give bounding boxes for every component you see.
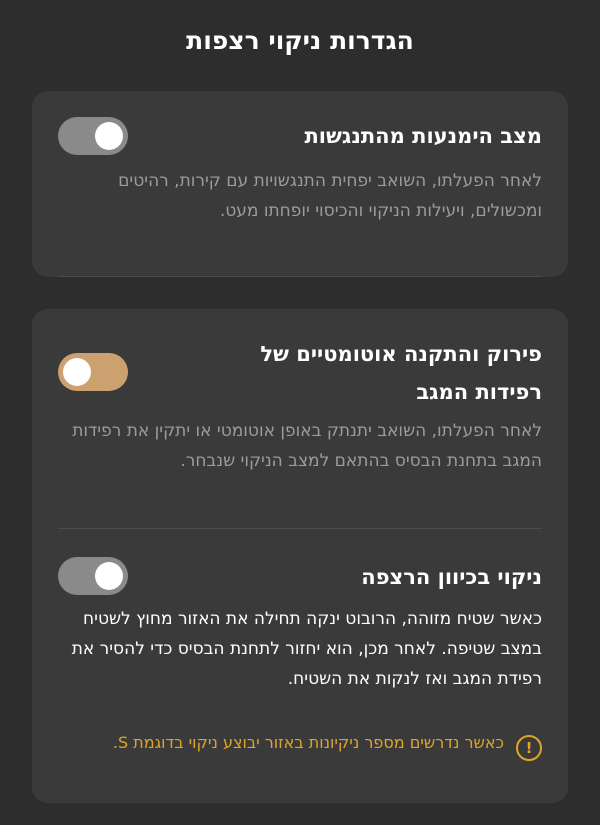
collision-avoidance-toggle[interactable] [58, 117, 128, 155]
collision-avoidance-description: לאחר הפעלתו, השואב יפחית התנגשויות עם קי… [118, 171, 542, 221]
floor-direction-title: ניקוי בכיוון הרצפה [361, 565, 542, 589]
toggle-knob [63, 358, 91, 386]
toggle-knob [95, 562, 123, 590]
mop-auto-detach-title: פירוק והתקנה אוטומטיים של רפידות המגב [260, 342, 542, 404]
collision-avoidance-card: מצב הימנעות מהתנגשות לאחר הפעלתו, השואב … [32, 91, 568, 277]
mop-auto-detach-toggle[interactable] [58, 353, 128, 391]
card-bottom-divider [58, 276, 542, 277]
exclamation-circle-icon: ! [516, 735, 542, 761]
toggle-knob [95, 122, 123, 150]
floor-direction-description: כאשר שטיח מזוהה, הרובוט ינקה תחילה את הא… [71, 609, 542, 689]
mop-settings-card: פירוק והתקנה אוטומטיים של רפידות המגב לא… [32, 309, 568, 803]
floor-direction-toggle[interactable] [58, 557, 128, 595]
section-divider [58, 528, 542, 529]
warning-text: כאשר נדרשים מספר ניקיונות באזור יבוצע ני… [112, 733, 504, 752]
mop-auto-detach-description: לאחר הפעלתו, השואב יתנתק באופן אוטומטי א… [72, 421, 542, 471]
page-title: הגדרות ניקוי רצפות [186, 26, 414, 55]
collision-avoidance-title: מצב הימנעות מהתנגשות [304, 124, 542, 148]
